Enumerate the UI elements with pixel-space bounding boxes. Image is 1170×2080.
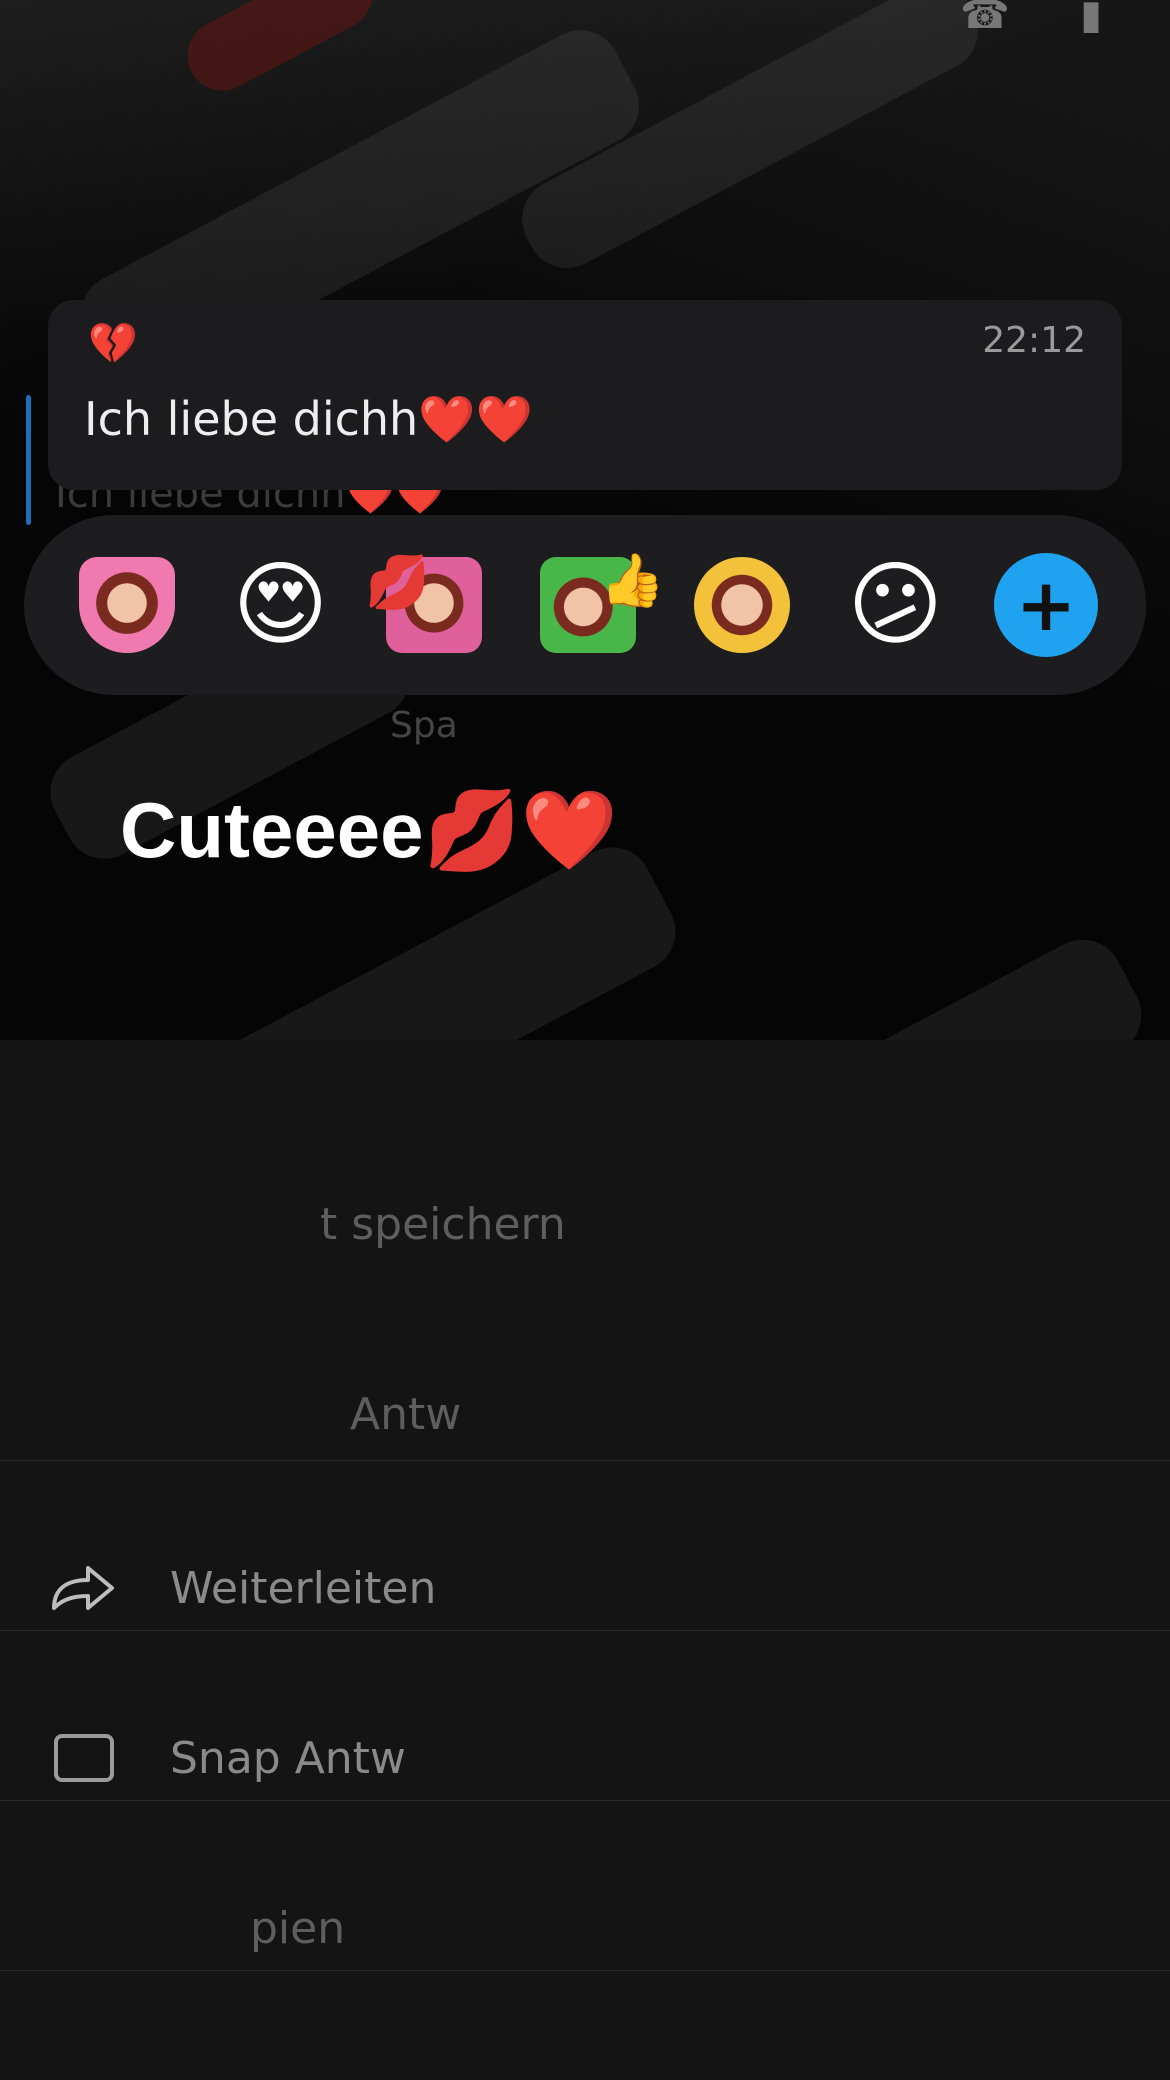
delete-icon — [48, 2064, 120, 2080]
heart-avatar-face — [78, 557, 175, 653]
plus-icon: + — [1015, 563, 1077, 647]
header-actions: ☎ ▮ — [960, 0, 1130, 40]
divider — [0, 1630, 1170, 1631]
menu-item-snap-reply[interactable]: Snap Antw — [0, 1674, 1170, 1842]
bitmoji-heart-icon: 💔 — [88, 321, 138, 367]
reaction-bar: 😍 💋 👍 😕 + — [24, 515, 1146, 695]
menu-item-label: Snap Antw — [170, 1732, 406, 1784]
divider — [0, 1460, 1170, 1461]
thumbs-up-avatar-icon[interactable]: 👍 — [533, 550, 665, 660]
menu-item-save[interactable]: t speichern — [0, 1140, 1170, 1308]
save-icon — [48, 1194, 120, 1254]
screen: ☎ ▮ Ich liebe dichh❤️❤️ 💔 22:12 Ich lieb… — [0, 0, 1170, 2080]
partial-text: Spa — [390, 705, 458, 746]
heart-eyes-emoji-icon[interactable]: 😍 — [226, 550, 336, 660]
menu-item-label: Antw — [350, 1388, 462, 1440]
camera-reply-icon-svg — [54, 1734, 114, 1782]
background-streak — [175, 0, 385, 103]
heart-avatar-icon[interactable] — [72, 550, 182, 660]
forward-icon — [48, 1558, 120, 1618]
confused-emoji-icon[interactable]: 😕 — [840, 550, 950, 660]
forward-icon-svg — [52, 1566, 114, 1610]
action-menu: t speichern Antw Weiterleiten Snap Antw — [0, 1040, 1170, 2080]
call-icon[interactable]: ☎ — [960, 0, 1010, 36]
crying-laughing-avatar-icon[interactable] — [687, 550, 797, 660]
video-icon[interactable]: ▮ — [1080, 0, 1130, 36]
crying-laughing-avatar-face — [693, 557, 790, 653]
message-text: Ich liebe dichh❤️❤️ — [84, 392, 533, 446]
camera-reply-icon — [48, 1728, 120, 1788]
reply-icon — [48, 1384, 120, 1444]
menu-item-forward[interactable]: Weiterleiten — [0, 1504, 1170, 1672]
menu-item-reply[interactable]: Antw — [0, 1330, 1170, 1498]
menu-item-copy[interactable]: pien — [0, 1844, 1170, 2012]
reply-indicator — [26, 395, 31, 525]
kiss-avatar-icon[interactable]: 💋 — [365, 550, 489, 660]
menu-item-label: en — [290, 2069, 345, 2080]
menu-item-label: pien — [250, 1902, 346, 1954]
more-reactions-button[interactable]: + — [994, 553, 1099, 657]
thumbs-up-icon: 👍 — [600, 551, 665, 611]
divider — [0, 1800, 1170, 1801]
selected-message[interactable]: 💔 22:12 Ich liebe dichh❤️❤️ — [48, 300, 1122, 490]
snap-caption: Cuteeee💋❤️ — [120, 786, 618, 874]
message-time: 22:12 — [982, 320, 1086, 361]
divider — [0, 1970, 1170, 1971]
menu-item-label: t speichern — [320, 1198, 566, 1250]
menu-item-label: Weiterleiten — [170, 1562, 437, 1614]
lips-icon: 💋 — [365, 553, 430, 613]
menu-item-delete[interactable]: en — [0, 2010, 1170, 2080]
copy-icon — [48, 1898, 120, 1958]
